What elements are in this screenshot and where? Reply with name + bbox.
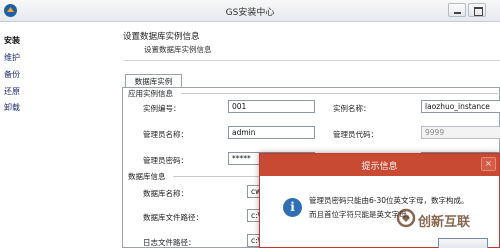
admin-name-input[interactable]: admin — [228, 126, 315, 139]
sidebar-item-uninstall[interactable]: 卸载 — [4, 102, 20, 113]
admin-code-label: 管理员代码： — [333, 130, 378, 139]
sidebar-item-maintain[interactable]: 维护 — [4, 52, 20, 63]
divider — [123, 60, 500, 61]
page-subtitle: 设置数据库实例信息 — [144, 45, 212, 54]
instance-no-label: 实例编号： — [143, 104, 181, 113]
instance-no-input[interactable]: 001 — [228, 100, 315, 113]
sidebar-item-install[interactable]: 安装 — [4, 35, 20, 46]
window-titlebar: GS安装中心 — [0, 0, 500, 22]
sidebar-item-backup[interactable]: 备份 — [4, 69, 20, 80]
instance-name-input[interactable]: laozhuo_instance — [421, 100, 500, 113]
info-icon: i — [283, 198, 302, 217]
dialog-title: 提示信息 — [361, 162, 398, 172]
tab-db-instance[interactable]: 数据库实例 — [125, 74, 182, 88]
page-title: 设置数据库实例信息 — [123, 32, 200, 42]
admin-code-input: 9999 — [421, 126, 500, 139]
maximize-button[interactable] — [468, 3, 486, 17]
instance-name-label: 实例名称： — [333, 104, 371, 113]
sidebar: 安装 维护 备份 还原 卸载 — [0, 22, 100, 248]
window-title: GS安装中心 — [225, 8, 275, 18]
db-group-title: 数据库信息 — [128, 172, 166, 181]
admin-name-label: 管理员名称： — [143, 130, 188, 139]
dialog-titlebar: 提示信息 × — [260, 154, 499, 176]
db-file-path-label: 数据库文件路径： — [143, 213, 203, 222]
log-file-path-label: 日志文件路径： — [143, 238, 196, 247]
dialog-ok-button[interactable] — [438, 238, 488, 248]
db-name-label: 数据库名称： — [143, 189, 188, 198]
minimize-button[interactable] — [448, 3, 466, 17]
sidebar-item-restore[interactable]: 还原 — [4, 86, 20, 97]
app-group-divider — [181, 93, 498, 94]
admin-password-label: 管理员密码： — [143, 156, 188, 165]
app-group-title: 应用实例信息 — [128, 89, 173, 98]
watermark-logo-icon — [396, 208, 416, 228]
watermark-text: 创新互联 — [418, 215, 471, 230]
dialog-close-button[interactable]: × — [481, 157, 496, 171]
watermark: 创新互联 — [396, 204, 500, 238]
